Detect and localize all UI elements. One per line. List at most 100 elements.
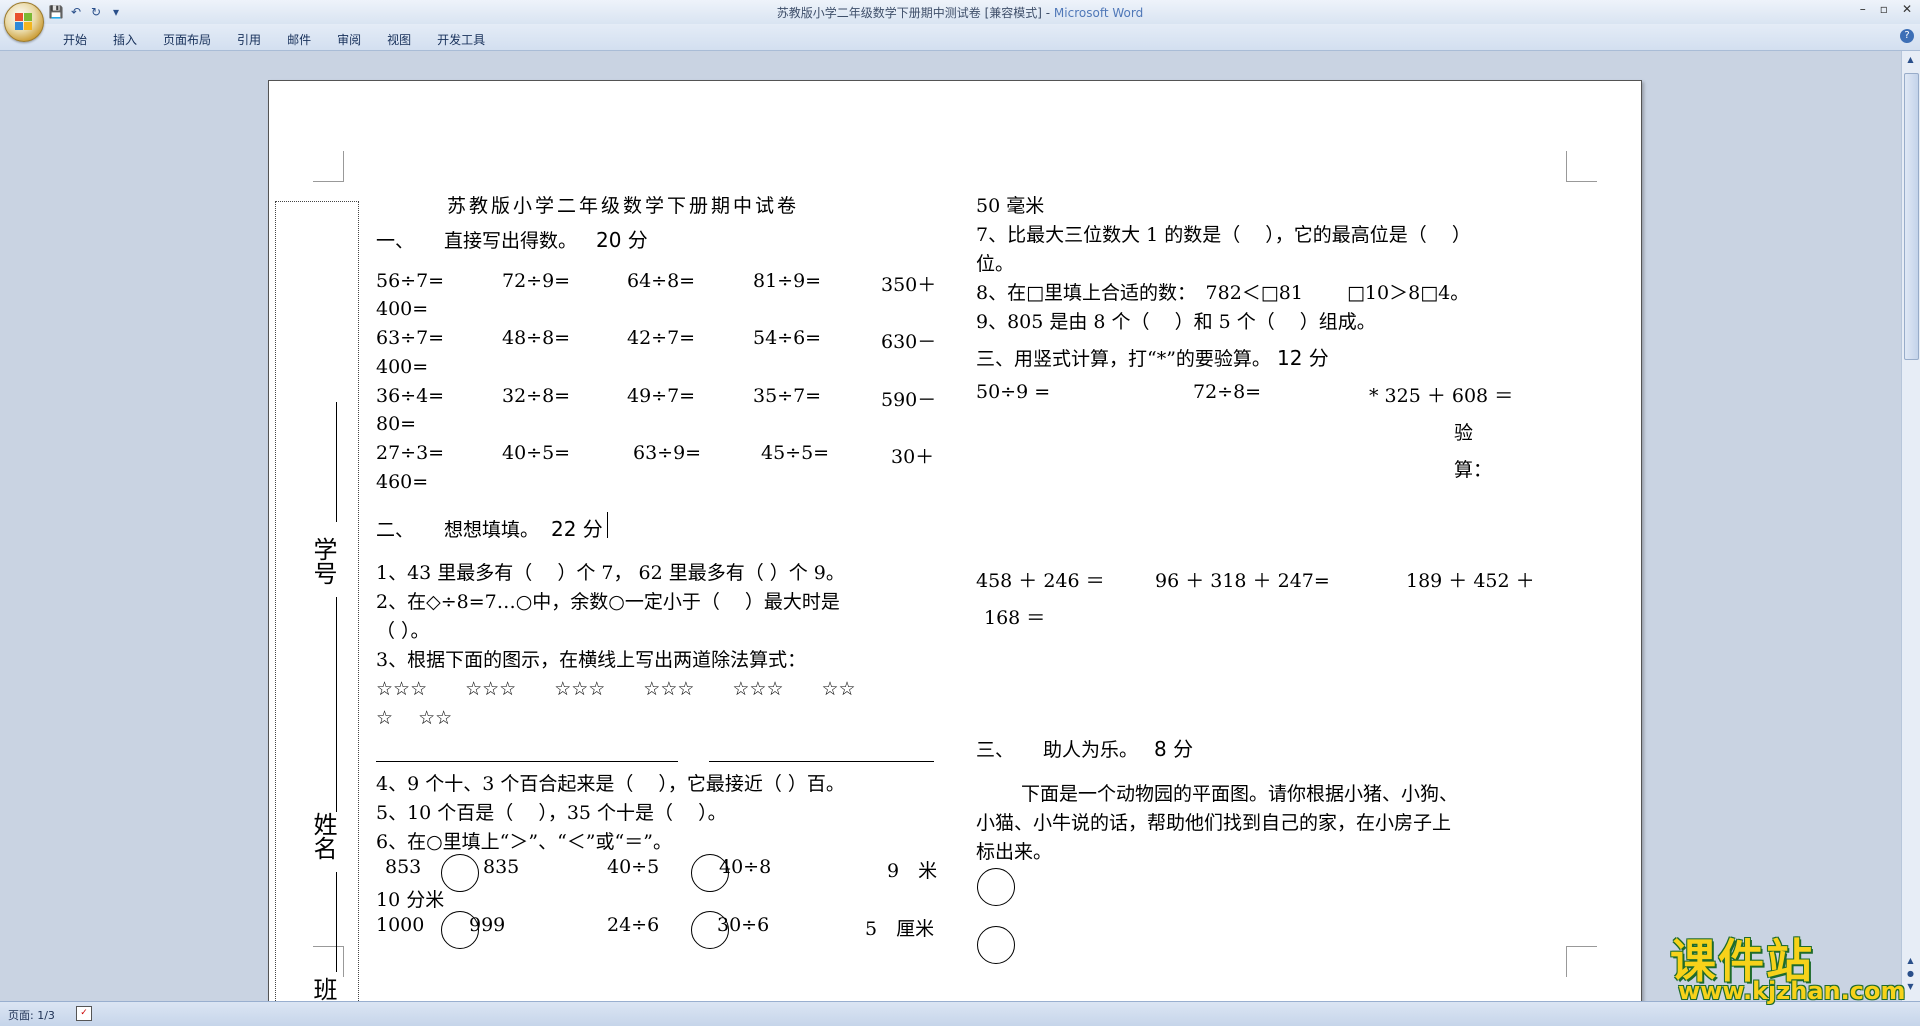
section-3-heading: 三、用竖式计算，打“*”的要验算。 bbox=[976, 348, 1271, 370]
crop-mark bbox=[313, 151, 344, 182]
unit-continuation: 50 毫米 bbox=[976, 195, 1045, 217]
calc-item: 168 ＝ bbox=[984, 607, 1046, 629]
tab-page-layout[interactable]: 页面布局 bbox=[150, 29, 224, 50]
crop-mark bbox=[1566, 151, 1597, 182]
question-4: 4、9 个十、3 个百合起来是（ ），它最接近（ ）百。 bbox=[376, 773, 845, 795]
document-area[interactable]: 学号 姓名 班级 苏教版小学二年级数学下册期中试卷 一、 直接写出得数。 20 … bbox=[0, 51, 1902, 1001]
binding-margin-box: 学号 姓名 班级 bbox=[275, 201, 359, 1001]
calc-item: 50÷9 = bbox=[976, 381, 1051, 403]
calc-item: 40÷5= bbox=[502, 442, 571, 464]
name-label: 姓名 bbox=[309, 812, 337, 860]
calc-item: 35÷7= bbox=[753, 385, 822, 407]
ribbon-tabs-bar: 开始 插入 页面布局 引用 邮件 审阅 视图 开发工具 ? bbox=[0, 24, 1920, 51]
map-circle bbox=[977, 868, 1015, 906]
exam-title: 苏教版小学二年级数学下册期中试卷 bbox=[447, 195, 800, 217]
section-1-heading: 直接写出得数。 bbox=[444, 230, 578, 252]
tab-insert[interactable]: 插入 bbox=[100, 29, 150, 50]
proofing-icon[interactable]: ✓ bbox=[76, 1006, 92, 1021]
section-1-score: 20 分 bbox=[596, 228, 648, 252]
calc-item: 400= bbox=[376, 356, 429, 378]
class-label: 班级 bbox=[309, 977, 337, 1001]
section-2-number: 二、 bbox=[376, 519, 415, 541]
section-4-score: 8 分 bbox=[1154, 737, 1194, 761]
calc-item: 400= bbox=[376, 298, 429, 320]
status-bar: 页面: 1/3 ✓ bbox=[0, 1001, 1920, 1026]
answer-line bbox=[376, 761, 678, 762]
tab-home[interactable]: 开始 bbox=[50, 29, 100, 50]
compare-item: 999 bbox=[469, 914, 506, 936]
calc-item: 72÷8= bbox=[1193, 381, 1262, 403]
maximize-button[interactable]: ▫ bbox=[1880, 2, 1888, 16]
compare-item: 9 米 bbox=[887, 860, 938, 882]
verify-label: 算： bbox=[1454, 459, 1493, 481]
compare-item: 40÷5 bbox=[607, 856, 660, 878]
question-9: 9、805 是由 8 个（ ）和 5 个（ ）组成。 bbox=[976, 311, 1376, 333]
calc-item: 630－ bbox=[881, 331, 937, 353]
question-7-continued: 位。 bbox=[976, 253, 1015, 275]
calc-item: 63÷7= bbox=[376, 327, 445, 349]
zoo-paragraph-line: 小猫、小牛说的话，帮助他们找到自己的家，在小房子上 bbox=[976, 812, 1452, 834]
tab-mailings[interactable]: 邮件 bbox=[274, 29, 324, 50]
calc-item: 32÷8= bbox=[502, 385, 571, 407]
calc-item: 63÷9= bbox=[633, 442, 702, 464]
calc-item: 45÷5= bbox=[761, 442, 830, 464]
zoo-paragraph-line: 下面是一个动物园的平面图。请你根据小猪、小狗、 bbox=[1021, 783, 1459, 805]
compare-item: 10 分米 bbox=[376, 889, 445, 911]
answer-line bbox=[709, 761, 934, 762]
tab-developer[interactable]: 开发工具 bbox=[424, 29, 498, 50]
close-button[interactable]: ✕ bbox=[1902, 2, 1912, 16]
window-title: 苏教版小学二年级数学下册期中测试卷 [兼容模式] - Microsoft Wor… bbox=[0, 4, 1920, 21]
page-count[interactable]: 页面: 1/3 bbox=[8, 1007, 55, 1023]
compare-item: 853 bbox=[385, 856, 422, 878]
office-logo-icon bbox=[15, 13, 33, 31]
calc-item: 350＋ bbox=[881, 274, 937, 296]
document-page[interactable]: 学号 姓名 班级 苏教版小学二年级数学下册期中试卷 一、 直接写出得数。 20 … bbox=[268, 80, 1642, 1001]
question-1: 1、43 里最多有（ ）个 7， 62 里最多有（ ）个 9。 bbox=[376, 562, 845, 584]
map-circle bbox=[977, 926, 1015, 964]
question-2: 2、在◇÷8=7…○中，余数○一定小于（ ）最大时是 bbox=[376, 591, 840, 613]
compare-item: 40÷8 bbox=[719, 856, 772, 878]
student-number-label: 学号 bbox=[309, 537, 337, 585]
next-page-icon[interactable]: ▼ bbox=[1904, 982, 1917, 994]
question-2-continued: （ ）。 bbox=[376, 620, 430, 642]
crop-mark bbox=[1566, 946, 1597, 977]
tab-review[interactable]: 审阅 bbox=[324, 29, 374, 50]
calc-item: 48÷8= bbox=[502, 327, 571, 349]
tab-view[interactable]: 视图 bbox=[374, 29, 424, 50]
calc-item: 189 ＋ 452 ＋ bbox=[1406, 570, 1535, 592]
help-icon[interactable]: ? bbox=[1900, 29, 1914, 43]
compare-item: 5 厘米 bbox=[865, 918, 935, 940]
text-cursor bbox=[607, 512, 608, 538]
compare-item: 835 bbox=[483, 856, 520, 878]
calc-item: 96 ＋ 318 ＋ 247= bbox=[1155, 570, 1330, 592]
title-bar: 💾 ↶ ↻ ▾ 苏教版小学二年级数学下册期中测试卷 [兼容模式] - Micro… bbox=[0, 0, 1920, 42]
calc-item: 30＋ bbox=[891, 446, 935, 468]
browse-object-icon[interactable]: ● bbox=[1904, 969, 1917, 981]
tab-references[interactable]: 引用 bbox=[224, 29, 274, 50]
margin-line bbox=[336, 872, 337, 972]
compare-circle[interactable] bbox=[441, 854, 479, 892]
scroll-up-icon[interactable]: ▲ bbox=[1904, 55, 1917, 67]
window-controls: – ▫ ✕ bbox=[1860, 2, 1912, 16]
office-button[interactable] bbox=[4, 2, 44, 42]
minimize-button[interactable]: – bbox=[1860, 2, 1866, 16]
calc-item: 49÷7= bbox=[627, 385, 696, 407]
margin-line bbox=[336, 402, 337, 522]
calc-item: 458 ＋ 246 ＝ bbox=[976, 570, 1105, 592]
scrollbar-thumb[interactable] bbox=[1904, 73, 1919, 360]
calc-item: 56÷7= bbox=[376, 270, 445, 292]
section-2-score: 22 分 bbox=[551, 517, 603, 541]
vertical-scrollbar[interactable]: ▲ ▲ ● ▼ bbox=[1901, 51, 1920, 1001]
calc-item: 54÷6= bbox=[753, 327, 822, 349]
prev-page-icon[interactable]: ▲ bbox=[1904, 956, 1917, 968]
compare-item: 1000 bbox=[376, 914, 425, 936]
calc-item: 81÷9= bbox=[753, 270, 822, 292]
stars-row-1: ☆☆☆ ☆☆☆ ☆☆☆ ☆☆☆ ☆☆☆ ☆☆ bbox=[376, 678, 856, 700]
verify-label: 验 bbox=[1454, 422, 1474, 444]
section-1-number: 一、 bbox=[376, 230, 415, 252]
section-4-heading: 助人为乐。 bbox=[1043, 739, 1139, 761]
calc-item: 27÷3= bbox=[376, 442, 445, 464]
compare-item: 30÷6 bbox=[717, 914, 770, 936]
watermark-logo: 课件站 www.kjzhan.com bbox=[1670, 925, 1905, 1005]
app-name: Microsoft Word bbox=[1053, 6, 1144, 20]
